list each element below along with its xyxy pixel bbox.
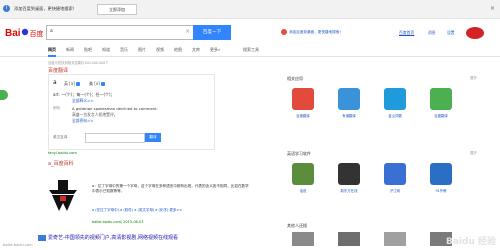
app-label[interactable]: 有道翻译 — [334, 113, 364, 118]
phonetic-us: 美 [ə] — [89, 81, 106, 87]
app-card-hujiang[interactable] — [384, 163, 406, 185]
notice-text: 添加百度到桌面，更快捷地搜索！ — [14, 6, 77, 11]
all-definitions-link[interactable]: 全部释义>> — [72, 98, 94, 104]
app-card-xdf[interactable] — [338, 163, 360, 185]
tab-news[interactable]: 新闻 — [66, 47, 74, 53]
settings-link[interactable]: 设置 — [447, 30, 455, 36]
speaker-icon[interactable] — [101, 82, 106, 86]
phonetic-uk: 英 [ə] — [64, 81, 81, 87]
example-tag: 例句 — [53, 106, 61, 110]
avatar[interactable] — [466, 27, 484, 39]
svg-text:百度: 百度 — [30, 29, 44, 38]
translate-button[interactable]: 翻译 — [145, 133, 161, 142]
tab-images[interactable]: 图片 — [138, 47, 146, 53]
app-label[interactable]: 沪江网 — [380, 188, 410, 193]
phonetic-uk-text: 英 [ə] — [64, 81, 75, 86]
search-tabs: 网页 新闻 贴吧 知道 音乐 图片 视频 地图 文库 更多» 搜索工具 — [0, 46, 500, 57]
info-icon: i — [3, 5, 10, 12]
speaker-icon[interactable] — [76, 82, 81, 86]
tab-music[interactable]: 音乐 — [120, 47, 128, 53]
app-card-youdao[interactable] — [338, 88, 360, 110]
video-icon — [38, 235, 46, 241]
app-label[interactable]: 新东方在线 — [334, 188, 364, 193]
search-tools-button[interactable]: 搜索工具 — [243, 47, 259, 53]
close-icon[interactable]: × — [490, 5, 495, 12]
tab-map[interactable]: 地图 — [174, 47, 182, 53]
all-examples-link[interactable]: 全部例句>> — [72, 118, 94, 124]
tab-tieba[interactable]: 贴吧 — [84, 47, 92, 53]
related-image[interactable] — [338, 232, 360, 246]
homepage-link[interactable]: 百度首页 — [399, 30, 414, 36]
result-title-translate[interactable]: 百度翻译 — [48, 67, 68, 74]
app-label[interactable]: 91外教 — [426, 188, 456, 193]
sidebar-section-title: 其他人还搜 — [287, 223, 307, 228]
translate-input[interactable] — [85, 133, 145, 143]
dict-word: a — [53, 79, 57, 86]
baidu-logo[interactable]: Bai 百度 — [5, 26, 43, 38]
translate-label: 英汉互译 — [53, 135, 68, 139]
tab-zhidao[interactable]: 知道 — [102, 47, 110, 53]
result-url[interactable]: baike.baidu.com/ 2015-06-03 — [92, 220, 144, 224]
app-card-huashuo[interactable] — [292, 163, 314, 185]
messages-link[interactable]: 消息 — [428, 30, 436, 36]
sidebar-expand-link[interactable]: 展开 — [470, 151, 477, 156]
baike-summary: a：拉丁字母中的第一个字母，这个字母在多种语言中都有出现，代表的含义各不相同，比… — [92, 184, 249, 193]
sidebar-section-title: 英语学习软件 — [287, 151, 311, 156]
result-title-baike[interactable]: a_百度百科 — [48, 160, 74, 167]
result-count: 百度为您找到相关结果约100,000,000个 — [48, 61, 109, 65]
svg-text:Bai: Bai — [5, 28, 21, 38]
promo-link[interactable]: 添加百度到桌面，更快捷地搜索！ — [289, 30, 343, 35]
clear-icon[interactable]: × — [185, 28, 190, 35]
tab-video[interactable]: 视频 — [156, 47, 164, 53]
tab-wenku[interactable]: 文库 — [192, 47, 200, 53]
related-image[interactable] — [384, 232, 406, 246]
baike-image[interactable] — [48, 175, 78, 213]
watermark: Baidu 经验 — [445, 237, 496, 247]
status-url: baike.baidu.com — [3, 243, 33, 247]
dictionary-card: a 英 [ə] 美 [ə] art. 一(个)；每一(个)；任一(个)； 全部释… — [48, 74, 215, 150]
search-value: a — [50, 29, 53, 34]
baike-links[interactable]: a (在拉丁字母中) a (软件) a (英文字母) a (化学) 更多>> — [92, 208, 252, 213]
result-title-iqiyi[interactable]: 爱奇艺-中国领先的视频门户,高清影视剧,网络视频在线观看 — [48, 234, 178, 241]
search-input[interactable]: a × — [46, 25, 194, 40]
sidebar-expand-link[interactable]: 展开 — [470, 76, 477, 81]
add-desktop-button[interactable]: 立即添加 — [97, 4, 137, 15]
notice-bar: i 添加百度到桌面，更快捷地搜索！ 立即添加 × — [0, 0, 500, 19]
app-card-parrot[interactable] — [430, 88, 452, 110]
related-image[interactable] — [292, 232, 314, 246]
sidebar-section-title: 相关应用 — [287, 76, 303, 81]
app-card-baidu-translate[interactable] — [292, 88, 314, 110]
promo-icon — [281, 29, 287, 35]
search-button[interactable]: 百度一下 — [193, 25, 231, 40]
example-en: A goldman spokesman declined to comment. — [72, 106, 158, 111]
app-card-jinshan[interactable] — [384, 88, 406, 110]
app-label[interactable]: 金山词霸 — [380, 113, 410, 118]
tab-more[interactable]: 更多» — [210, 47, 220, 53]
app-label[interactable]: 百度翻译 — [426, 113, 456, 118]
app-card-91waijiao[interactable] — [430, 163, 452, 185]
app-label[interactable]: 百度翻译 — [288, 113, 318, 118]
result-url[interactable]: fanyi.baidu.com — [48, 151, 77, 155]
feedback-tab[interactable] — [0, 90, 8, 100]
tab-web[interactable]: 网页 — [48, 47, 56, 57]
phonetic-us-text: 美 [ə] — [89, 81, 100, 86]
app-label[interactable]: 话说 — [288, 188, 318, 193]
